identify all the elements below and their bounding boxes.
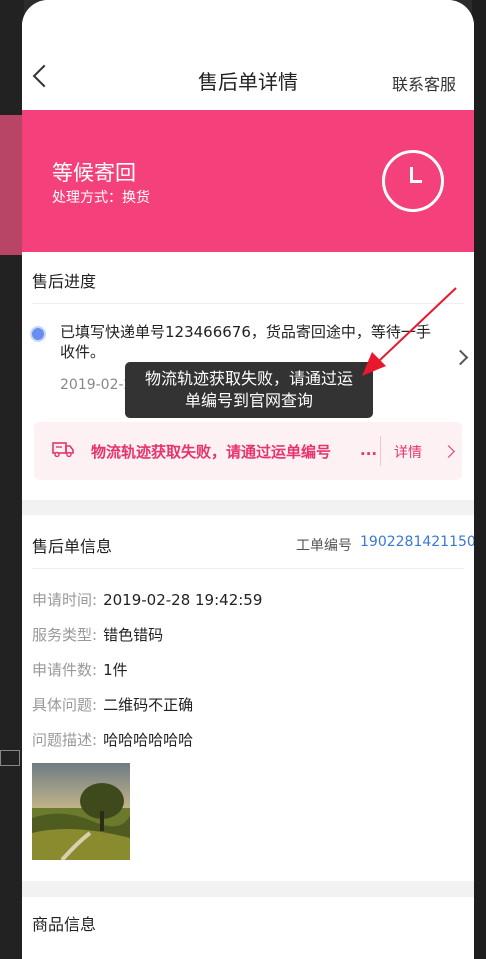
background-left [0,0,24,959]
chevron-right-icon[interactable] [442,445,455,458]
info-row-service-type: 服务类型: 错色错码 [32,626,164,644]
order-number-label: 工单编号 [296,538,352,554]
status-subtitle: 处理方式：换货 [52,190,150,206]
truck-icon [52,442,74,457]
divider [32,568,464,569]
after-sale-info-card: 售后单信息 工单编号 1902281421150 申请时间: 2019-02-28… [22,515,474,881]
progress-section-title: 售后进度 [32,272,97,291]
logistics-fail-text: 物流轨迹获取失败，请通过运单编号 [91,443,332,461]
progress-dot-icon [30,326,46,342]
toast-tooltip: 物流轨迹获取失败，请通过运 单编号到官网查询 [125,362,373,418]
progress-text: 已填写快递单号123466676，货品寄回途中，等待一手收件。 [60,323,431,361]
info-row-problem: 具体问题: 二维码不正确 [32,696,194,714]
info-section-title: 售后单信息 [32,537,113,556]
status-title: 等候寄回 [52,161,136,185]
nav-bar: 售后单详情 联系客服 [22,0,474,110]
toast-line-1: 物流轨迹获取失败，请通过运 [144,369,353,388]
phone-screen: 售后单详情 联系客服 等候寄回 处理方式：换货 售后进度 已填写快递单号1234… [22,0,474,959]
progress-time: 2019-02-2 [60,377,133,393]
attached-photo[interactable] [32,763,130,860]
info-row-apply-time: 申请时间: 2019-02-28 19:42:59 [32,591,263,609]
logistics-fail-bar[interactable]: 物流轨迹获取失败，请通过运单编号 ... 详情 [34,422,462,480]
goods-section-title: 商品信息 [32,915,97,934]
fail-bar-separator [380,436,381,466]
clock-icon [382,150,444,212]
chevron-right-icon[interactable] [452,349,469,366]
info-row-description: 问题描述: 哈哈哈哈哈哈 [32,731,194,749]
background-pink-strip [0,115,24,255]
detail-link[interactable]: 详情 [394,442,422,462]
toast-line-2: 单编号到官网查询 [184,391,313,410]
contact-service-button[interactable]: 联系客服 [392,71,456,95]
background-right [472,0,486,959]
order-number-value[interactable]: 1902281421150 [360,534,474,550]
goods-info-card: 商品信息 [22,897,474,959]
logistics-fail-ellipsis: ... [360,441,378,459]
background-tag [0,750,20,766]
status-banner: 等候寄回 处理方式：换货 [22,110,474,252]
info-row-quantity: 申请件数: 1件 [32,661,128,679]
divider [32,303,464,304]
